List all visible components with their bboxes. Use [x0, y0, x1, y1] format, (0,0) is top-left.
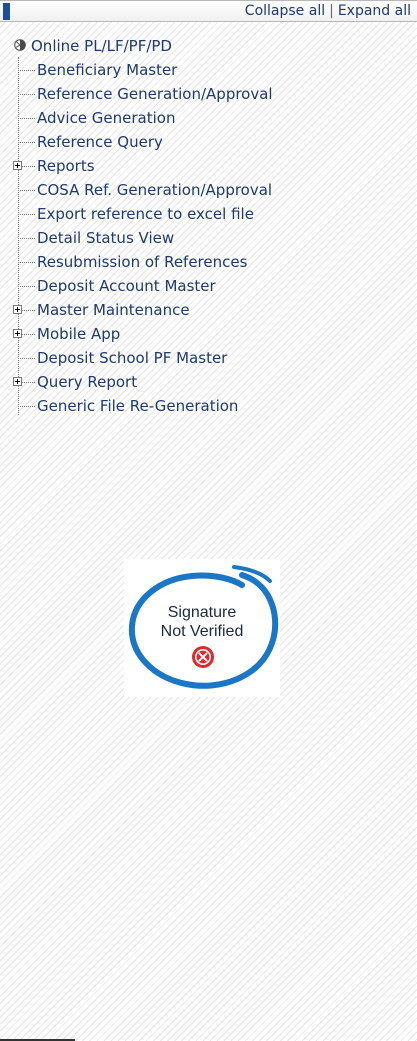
navigation-tree: Online PL/LF/PF/PD Beneficiary Master Re… [12, 34, 412, 418]
tree-branch-line [18, 406, 35, 407]
tree-toolbar: Collapse all | Expand all [0, 0, 417, 22]
tree-item-reference-query[interactable]: Reference Query [12, 130, 412, 154]
toolbar-separator: | [329, 3, 334, 19]
tree-item-label: COSA Ref. Generation/Approval [37, 181, 273, 199]
expand-plus-icon[interactable] [13, 329, 22, 338]
toolbar-actions: Collapse all | Expand all [245, 3, 411, 20]
tree-item-label: Export reference to excel file [37, 205, 254, 223]
tree-item-master-maintenance[interactable]: Master Maintenance [12, 298, 412, 322]
tree-item-generic-file-re-generation[interactable]: Generic File Re-Generation [12, 394, 412, 418]
tree-item-deposit-account-master[interactable]: Deposit Account Master [12, 274, 412, 298]
tree-branch-line [18, 214, 35, 215]
signature-status-badge: Signature Not Verified [124, 559, 280, 697]
expand-plus-icon[interactable] [13, 161, 22, 170]
tree-item-label: Advice Generation [37, 109, 176, 127]
signature-status-line1: Signature [167, 604, 237, 621]
tree-item-detail-status-view[interactable]: Detail Status View [12, 226, 412, 250]
toolbar-marker [3, 3, 10, 20]
x-circle-icon [192, 646, 214, 668]
tree-item-reports[interactable]: Reports [12, 154, 412, 178]
expand-all-link[interactable]: Expand all [338, 3, 411, 19]
tree-item-query-report[interactable]: Query Report [12, 370, 412, 394]
tree-item-label: Master Maintenance [37, 301, 190, 319]
tree-item-label: Mobile App [37, 325, 121, 343]
tree-children: Beneficiary Master Reference Generation/… [12, 57, 412, 418]
tree-item-reference-generation-approval[interactable]: Reference Generation/Approval [12, 82, 412, 106]
collapse-all-link[interactable]: Collapse all [245, 3, 325, 19]
signature-status-line2: Not Verified [160, 623, 244, 640]
tree-branch-line [18, 262, 35, 263]
tree-item-label: Deposit School PF Master [37, 349, 228, 367]
tree-branch-line [18, 142, 35, 143]
tree-item-beneficiary-master[interactable]: Beneficiary Master [12, 58, 412, 82]
tree-item-advice-generation[interactable]: Advice Generation [12, 106, 412, 130]
tree-item-label: Generic File Re-Generation [37, 397, 239, 415]
tree-item-label: Reference Generation/Approval [37, 85, 273, 103]
tree-branch-line [18, 286, 35, 287]
tree-branch-line [18, 94, 35, 95]
tree-root-label: Online PL/LF/PF/PD [31, 37, 172, 55]
tree-item-label: Reports [37, 157, 95, 175]
tree-branch-line [18, 70, 35, 71]
expand-plus-icon[interactable] [13, 377, 22, 386]
tree-root[interactable]: Online PL/LF/PF/PD [12, 34, 412, 58]
root-node-icon [14, 39, 26, 51]
tree-branch-line [18, 190, 35, 191]
tree-item-export-reference-to-excel[interactable]: Export reference to excel file [12, 202, 412, 226]
tree-item-label: Detail Status View [37, 229, 175, 247]
tree-branch-line [18, 118, 35, 119]
tree-item-label: Reference Query [37, 133, 163, 151]
tree-branch-line [18, 358, 35, 359]
tree-item-label: Beneficiary Master [37, 61, 178, 79]
tree-branch-line [18, 238, 35, 239]
tree-item-resubmission-of-references[interactable]: Resubmission of References [12, 250, 412, 274]
tree-item-cosa-ref-generation-approval[interactable]: COSA Ref. Generation/Approval [12, 178, 412, 202]
tree-item-label: Resubmission of References [37, 253, 248, 271]
tree-item-label: Query Report [37, 373, 138, 391]
tree-item-mobile-app[interactable]: Mobile App [12, 322, 412, 346]
tree-item-label: Deposit Account Master [37, 277, 216, 295]
expand-plus-icon[interactable] [13, 305, 22, 314]
tree-item-deposit-school-pf-master[interactable]: Deposit School PF Master [12, 346, 412, 370]
